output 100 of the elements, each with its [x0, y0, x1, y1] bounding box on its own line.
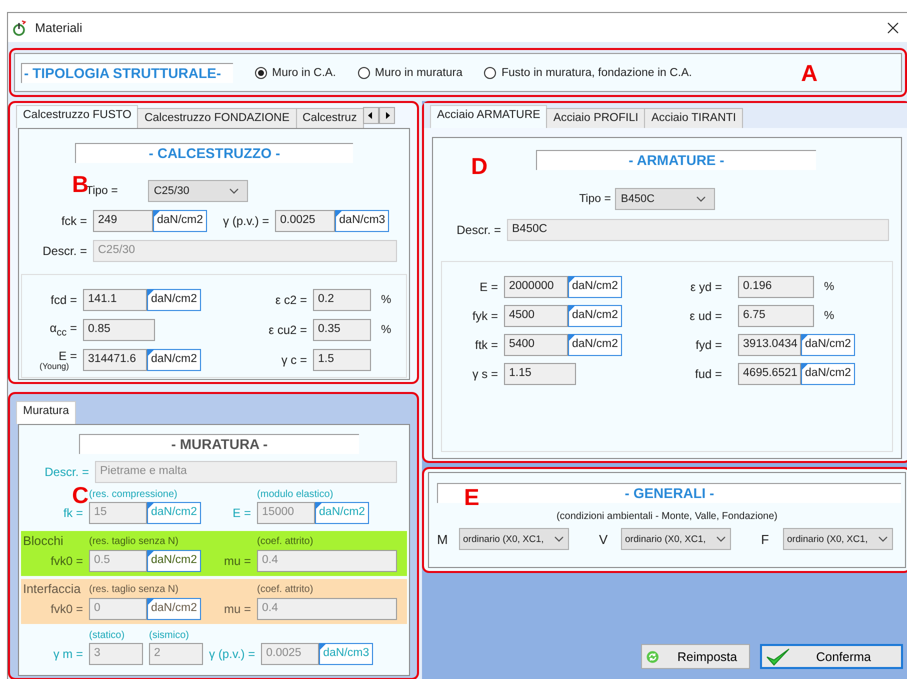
value-field[interactable]: 4695.6521	[738, 363, 802, 385]
field-label: mu =	[224, 555, 252, 567]
dropdown[interactable]: B450C	[614, 188, 715, 210]
field-label: V	[599, 532, 609, 546]
value-field[interactable]: 141.1	[83, 289, 147, 311]
value-field[interactable]: 4500	[504, 305, 568, 327]
field-label: ftk =	[474, 339, 498, 351]
value-field[interactable]: 2000000	[504, 276, 568, 298]
scroll-left-icon[interactable]	[362, 107, 379, 124]
unit-button[interactable]: daN/cm2	[147, 349, 202, 371]
unit-button[interactable]: daN/cm2	[568, 276, 622, 298]
radio-label: Muro in C.A.	[272, 66, 336, 78]
radio-option[interactable]: Muro in muratura	[358, 66, 462, 78]
value-field[interactable]: 249	[93, 210, 153, 232]
unit-button[interactable]: daN/cm2	[147, 289, 202, 311]
field-hint: (res. compressione)	[89, 489, 178, 500]
value-field[interactable]: 1.5	[313, 349, 372, 371]
app-icon	[12, 20, 28, 36]
radio-icon[interactable]	[255, 66, 267, 78]
field-label: fyk =	[472, 310, 498, 322]
group-title: Blocchi	[22, 534, 64, 548]
dropdown[interactable]: ordinario (X0, XC1,	[783, 528, 893, 550]
unit-button[interactable]: daN/cm2	[568, 334, 622, 356]
value-field[interactable]: 0.2	[313, 289, 372, 311]
value-field[interactable]: 1.15	[504, 363, 576, 385]
value-field[interactable]: 3913.0434	[738, 334, 802, 356]
radio-option[interactable]: Muro in C.A.	[255, 66, 336, 78]
chevron-icon	[696, 196, 706, 202]
unit-button[interactable]: daN/cm2	[568, 305, 622, 327]
tab[interactable]: Acciaio TIRANTI	[644, 108, 744, 128]
field-label: E =	[480, 281, 498, 293]
value-field[interactable]: 0.85	[83, 319, 155, 341]
unit-button[interactable]: daN/cm3	[335, 210, 390, 232]
unit-button[interactable]: daN/cm2	[153, 210, 208, 232]
field-label: γ (p.v.) =	[209, 648, 256, 660]
tab[interactable]: Calcestruz	[296, 108, 364, 128]
reset-button[interactable]: Reimposta	[641, 644, 750, 669]
radio-icon[interactable]	[484, 66, 496, 78]
field-label: E =	[58, 350, 77, 362]
section-heading: - TIPOLOGIA STRUTTURALE-	[21, 62, 233, 82]
field-label: F	[761, 532, 770, 546]
section-heading: - CALCESTRUZZO -	[75, 143, 353, 163]
field-hint: (res. taglio senza N)	[89, 584, 180, 594]
chevron-icon	[554, 536, 564, 542]
field-label: fvk0 =	[50, 603, 83, 615]
chevron-icon	[878, 536, 888, 542]
value-field[interactable]: 0.196	[738, 276, 814, 298]
value-field[interactable]: 0.35	[313, 319, 372, 341]
annotation-letter: E	[464, 486, 480, 509]
value-field[interactable]: 0.0025	[275, 210, 336, 232]
scroll-right-icon[interactable]	[378, 107, 395, 124]
field-hint: (sismico)	[149, 630, 190, 641]
value-field[interactable]: 6.75	[738, 305, 814, 327]
dropdown[interactable]: C25/30	[148, 180, 248, 202]
field-label: γ m =	[53, 648, 83, 660]
value-field[interactable]: 314471.6	[83, 349, 147, 371]
radio-icon[interactable]	[358, 66, 370, 78]
unit-button[interactable]: daN/cm2	[801, 334, 856, 356]
field-label: ε yd =	[690, 281, 722, 293]
field-label: α$_{cc}$ =	[50, 322, 77, 338]
chevron-icon	[716, 536, 726, 542]
field-label: Descr. =	[456, 224, 501, 236]
field-label: mu =	[224, 603, 252, 615]
field-label: ε ud =	[690, 310, 722, 322]
window-title: Materiali	[35, 20, 82, 34]
tab[interactable]: Acciaio PROFILI	[546, 108, 646, 128]
note-text: (condizioni ambientali - Monte, Valle, Fondazione)	[556, 511, 778, 522]
field-sublabel: (Young)	[40, 362, 69, 370]
tab[interactable]: Acciaio ARMATURE	[430, 105, 548, 128]
value-field[interactable]: 5400	[504, 334, 568, 356]
field-label: fck =	[61, 215, 87, 227]
tab[interactable]: Calcestruzzo FONDAZIONE	[137, 108, 296, 128]
field-label: fyd =	[696, 339, 722, 351]
description-field[interactable]: B450C	[507, 219, 889, 241]
radio-label: Muro in muratura	[374, 66, 462, 78]
tab-scroll-buttons[interactable]	[362, 107, 395, 124]
field-hint: (statico)	[89, 630, 126, 641]
percent-label: %	[824, 281, 834, 293]
field-label: Descr. =	[44, 466, 89, 478]
dropdown[interactable]: ordinario (X0, XC1,	[459, 528, 569, 550]
field-label: fk =	[63, 507, 83, 519]
field-label: γ (p.v.) =	[223, 215, 270, 227]
annotation-letter: A	[801, 62, 818, 85]
field-label: E =	[232, 507, 252, 519]
field-label: fcd =	[50, 294, 77, 306]
annotation-letter: B	[72, 173, 89, 196]
tab[interactable]: Calcestruzzo FUSTO	[16, 105, 138, 128]
check-icon	[766, 648, 790, 666]
confirm-button[interactable]: Conferma	[760, 644, 903, 669]
dropdown[interactable]: ordinario (X0, XC1,	[621, 528, 731, 550]
field-label: Descr. =	[42, 245, 87, 257]
close-icon[interactable]	[887, 22, 899, 34]
field-label: Tipo =	[86, 185, 118, 197]
unit-button[interactable]: daN/cm2	[801, 363, 856, 385]
percent-label: %	[824, 310, 834, 322]
field-label: fud =	[695, 368, 722, 380]
tab[interactable]: Muratura	[16, 401, 76, 424]
group-title: Interfaccia	[22, 582, 82, 596]
field-label: γ c =	[281, 354, 308, 366]
field-label: γ s =	[472, 368, 498, 380]
